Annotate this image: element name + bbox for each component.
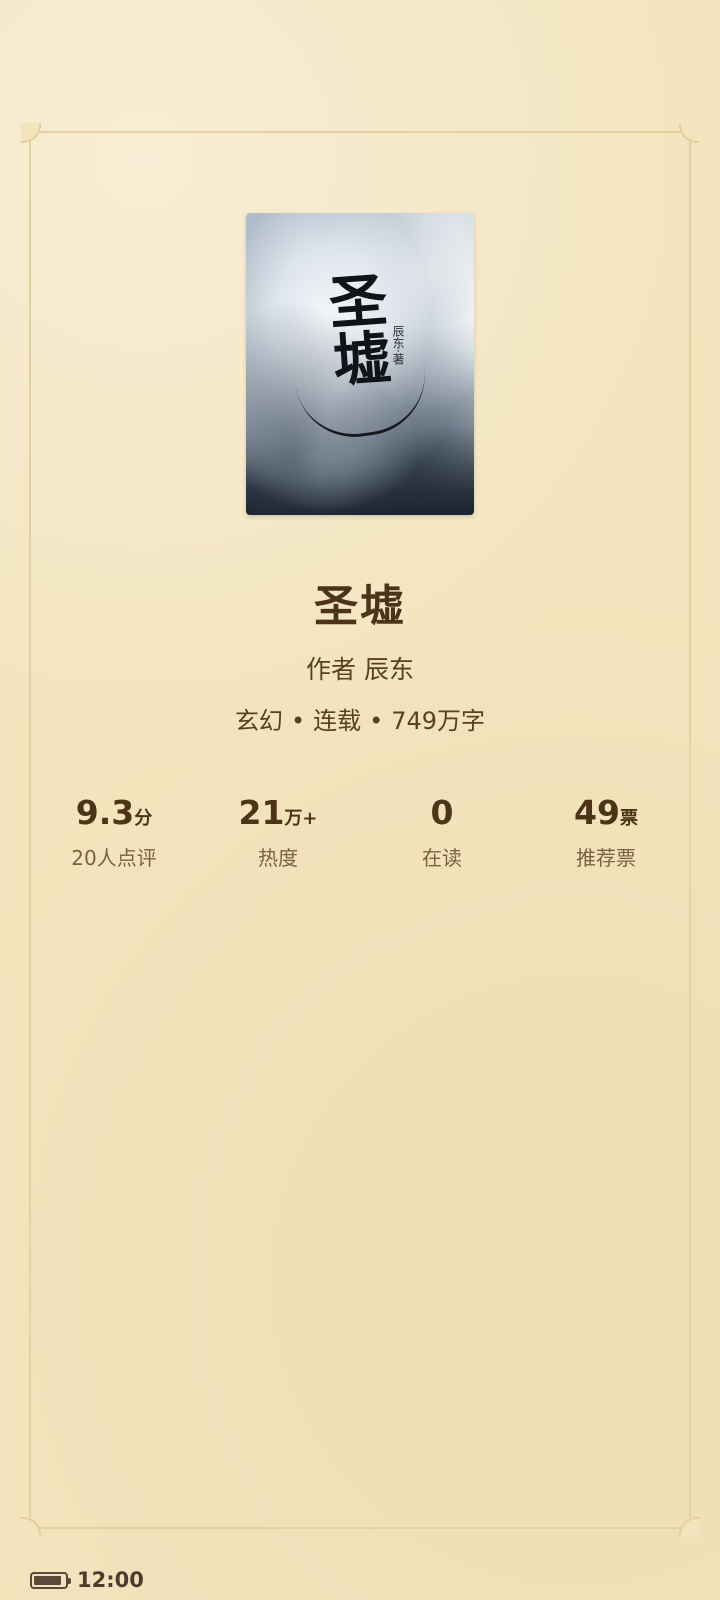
- book-cover[interactable]: 圣墟 辰东·著: [246, 213, 474, 515]
- meta-separator: •: [369, 707, 384, 735]
- book-status: 连载: [313, 707, 362, 735]
- stat-rating[interactable]: 9.3分 20人点评: [32, 792, 196, 871]
- stat-label: 在读: [422, 846, 462, 870]
- status-bar: 12:00: [30, 1567, 144, 1593]
- battery-icon: [30, 1571, 71, 1589]
- stat-label: 热度: [258, 846, 298, 870]
- book-genre: 玄幻: [234, 707, 283, 735]
- stat-value: 21万+: [196, 792, 360, 834]
- book-word-count: 749万字: [391, 707, 486, 735]
- stat-number: 0: [430, 793, 454, 832]
- frame-corner-top-left: [21, 123, 41, 143]
- frame-corner-top-right: [679, 123, 699, 143]
- book-title: 圣墟: [314, 581, 406, 632]
- book-meta: 玄幻 • 连载 • 749万字: [0, 701, 720, 736]
- clock-time: 12:00: [77, 1568, 144, 1592]
- stat-value: 0: [360, 792, 524, 834]
- author-name[interactable]: 辰东: [364, 655, 414, 684]
- author-line[interactable]: 作者 辰东: [0, 650, 720, 686]
- stat-popularity[interactable]: 21万+ 热度: [196, 792, 360, 871]
- stat-label: 20人点评: [71, 846, 157, 870]
- battery-level-fill: [34, 1575, 61, 1585]
- stat-label: 推荐票: [576, 846, 636, 870]
- frame-corner-bottom-right: [679, 1517, 699, 1537]
- meta-separator: •: [290, 707, 306, 735]
- stat-unit: 万+: [284, 808, 318, 829]
- frame-corner-bottom-left: [21, 1517, 41, 1537]
- cover-author-text: 辰东·著: [391, 325, 405, 365]
- stat-unit: 票: [619, 808, 638, 829]
- stats-row: 9.3分 20人点评 21万+ 热度 0 在读 49票 推荐票: [32, 792, 688, 871]
- cover-title-calligraphy: 圣墟: [317, 268, 393, 390]
- author-prefix: 作者: [306, 655, 357, 684]
- stat-number: 9.3: [75, 793, 135, 832]
- stat-reading[interactable]: 0 在读: [360, 792, 524, 871]
- stat-value: 9.3分: [32, 792, 196, 834]
- stat-number: 49: [574, 793, 620, 832]
- stat-unit: 分: [134, 808, 153, 829]
- stat-number: 21: [238, 793, 285, 832]
- stat-recommend-votes[interactable]: 49票 推荐票: [524, 792, 688, 871]
- stat-value: 49票: [524, 792, 688, 834]
- battery-tip: [68, 1577, 71, 1584]
